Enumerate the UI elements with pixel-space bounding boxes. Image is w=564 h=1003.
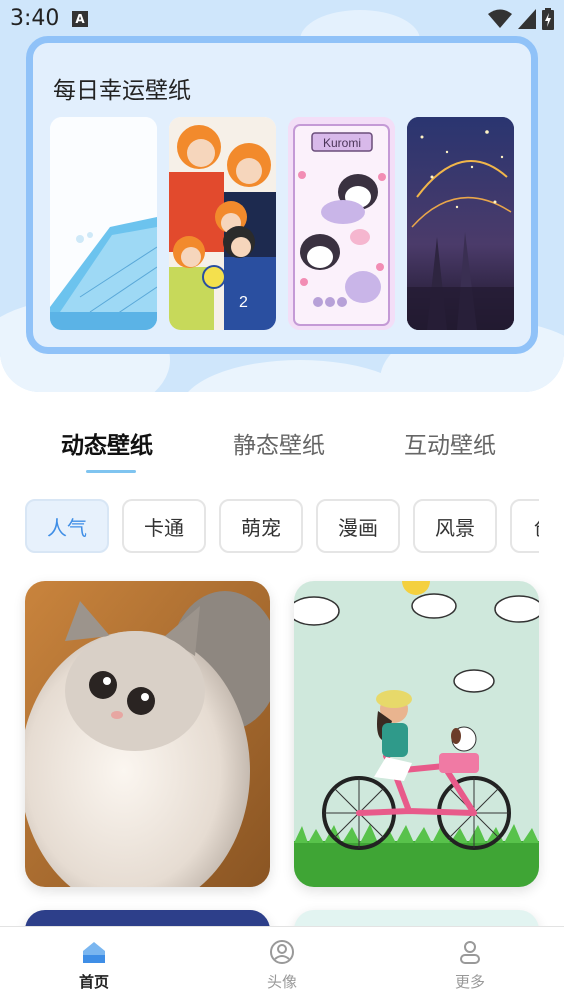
tab-static-wallpaper[interactable]: 静态壁纸 [233, 426, 325, 460]
active-tab-indicator [86, 470, 136, 473]
bicycle-wallpaper-card[interactable] [294, 581, 539, 887]
nav-avatar-label: 头像 [266, 973, 297, 991]
chip-cartoon[interactable]: 卡通 [122, 499, 206, 553]
status-bar: 3:40 A [0, 0, 564, 38]
chip-comics[interactable]: 漫画 [316, 499, 400, 553]
anime-image: 2 [169, 117, 276, 330]
starry-night-wallpaper-thumb[interactable] [407, 117, 514, 330]
kitten-image [25, 581, 270, 887]
svg-text:2: 2 [239, 294, 248, 311]
avatar-icon [270, 940, 294, 964]
lucky-thumbnails: 2 Kuromi [50, 117, 514, 330]
chip-scenery[interactable]: 风景 [413, 499, 497, 553]
battery-icon [542, 8, 554, 30]
chip-creative[interactable]: 创 [510, 499, 539, 553]
starry-image [407, 117, 514, 330]
anime-volleyball-wallpaper-thumb[interactable]: 2 [169, 117, 276, 330]
status-time: 3:40 [10, 6, 60, 31]
wallpaper-type-tabs: 动态壁纸 静态壁纸 互动壁纸 [0, 420, 564, 470]
lucky-wallpaper-card: 每日幸运壁纸 2 Kuromi [26, 36, 538, 354]
chip-pets[interactable]: 萌宠 [219, 499, 303, 553]
category-chips: 人气 卡通 萌宠 漫画 风景 创 [25, 499, 539, 557]
bicycle-image [294, 581, 539, 887]
more-user-icon [460, 941, 480, 964]
kuromi-image: Kuromi [288, 117, 395, 330]
pool-image [50, 117, 157, 330]
notification-a-icon: A [72, 11, 88, 27]
nav-more[interactable]: 更多 [420, 939, 520, 992]
tab-interactive-wallpaper[interactable]: 互动壁纸 [404, 426, 496, 460]
nav-home[interactable]: 首页 [44, 939, 144, 992]
kuromi-wallpaper-thumb[interactable]: Kuromi [288, 117, 395, 330]
home-icon [83, 942, 105, 963]
bottom-navigation: 首页 头像 更多 [0, 926, 564, 1003]
pool-wallpaper-thumb[interactable] [50, 117, 157, 330]
signal-icon [518, 9, 536, 29]
tab-dynamic-wallpaper[interactable]: 动态壁纸 [61, 426, 153, 460]
chip-popular[interactable]: 人气 [25, 499, 109, 553]
nav-home-label: 首页 [78, 973, 109, 991]
lucky-wallpaper-title: 每日幸运壁纸 [53, 78, 191, 104]
wifi-icon [488, 9, 512, 28]
kuromi-label: Kuromi [323, 136, 361, 150]
kitten-wallpaper-card[interactable] [25, 581, 270, 887]
nav-more-label: 更多 [454, 973, 485, 991]
nav-avatar[interactable]: 头像 [232, 939, 332, 992]
